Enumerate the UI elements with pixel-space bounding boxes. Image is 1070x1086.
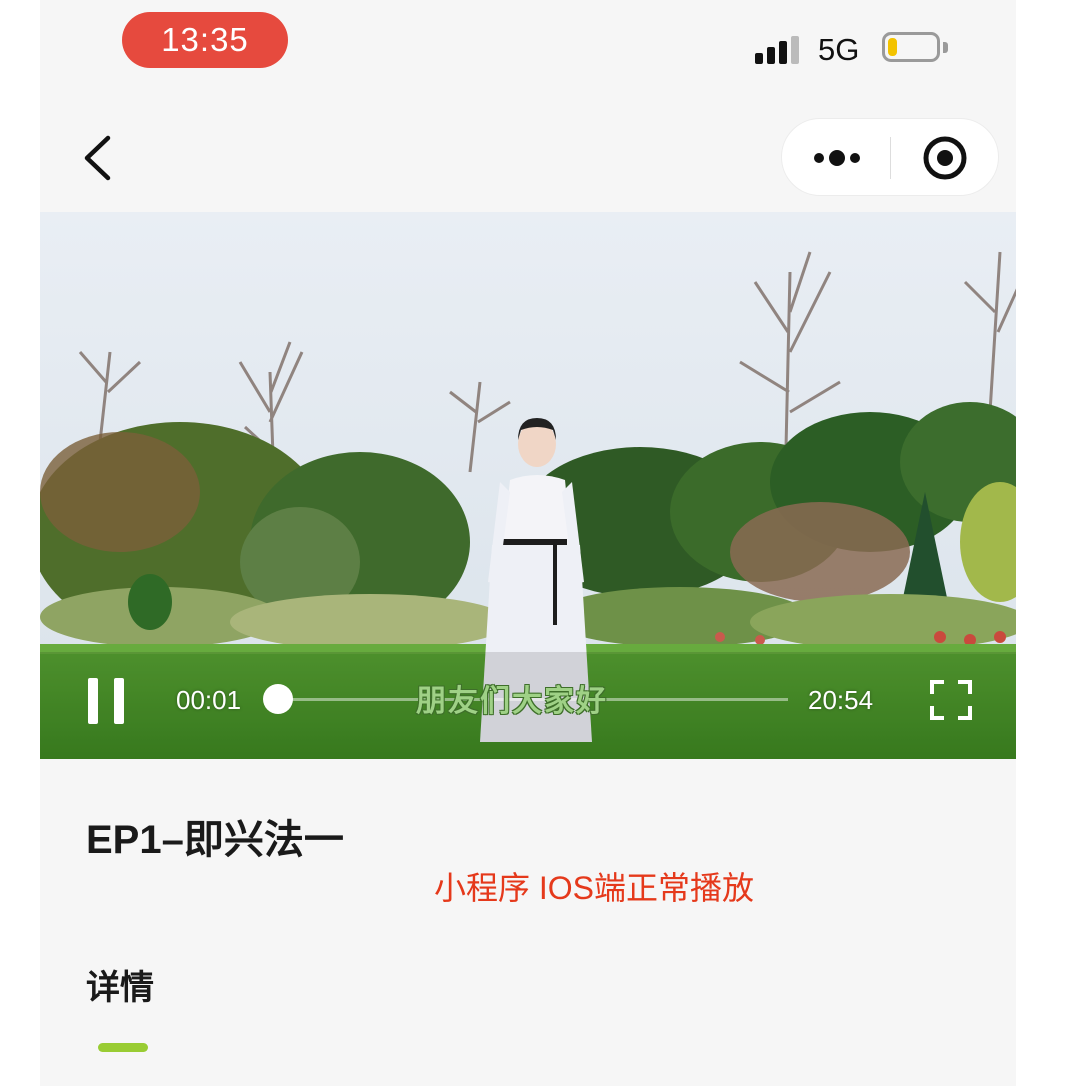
duration-time: 20:54 bbox=[808, 685, 874, 715]
network-type: 5G bbox=[818, 32, 860, 67]
episode-title: EP1–即兴法一 bbox=[86, 818, 344, 862]
battery-icon bbox=[882, 32, 940, 62]
video-frame bbox=[40, 212, 1016, 759]
more-dots-icon bbox=[814, 150, 860, 166]
video-subtitle: 朋友们大家好 bbox=[416, 685, 608, 718]
cellular-signal-icon bbox=[755, 36, 801, 64]
more-button[interactable] bbox=[782, 119, 890, 197]
status-time: 13:35 bbox=[122, 12, 288, 68]
pause-button[interactable] bbox=[86, 678, 126, 724]
current-time: 00:01 bbox=[176, 685, 242, 715]
tab-details[interactable]: 详情 bbox=[86, 964, 154, 1012]
target-circle-icon bbox=[923, 136, 967, 180]
miniprogram-capsule bbox=[781, 118, 999, 196]
close-miniprogram-button[interactable] bbox=[891, 119, 999, 197]
chevron-left-icon bbox=[84, 135, 111, 181]
progress-thumb[interactable] bbox=[263, 684, 293, 714]
playback-note: 小程序 IOS端正常播放 bbox=[434, 870, 755, 906]
video-player[interactable]: 00:01 朋友们大家好 20:54 bbox=[40, 212, 1016, 759]
battery-level bbox=[888, 38, 897, 56]
fullscreen-button[interactable] bbox=[928, 678, 974, 722]
battery-cap bbox=[943, 42, 948, 53]
back-button[interactable] bbox=[74, 128, 134, 188]
tab-active-indicator bbox=[98, 1043, 148, 1052]
fullscreen-icon bbox=[930, 680, 972, 720]
